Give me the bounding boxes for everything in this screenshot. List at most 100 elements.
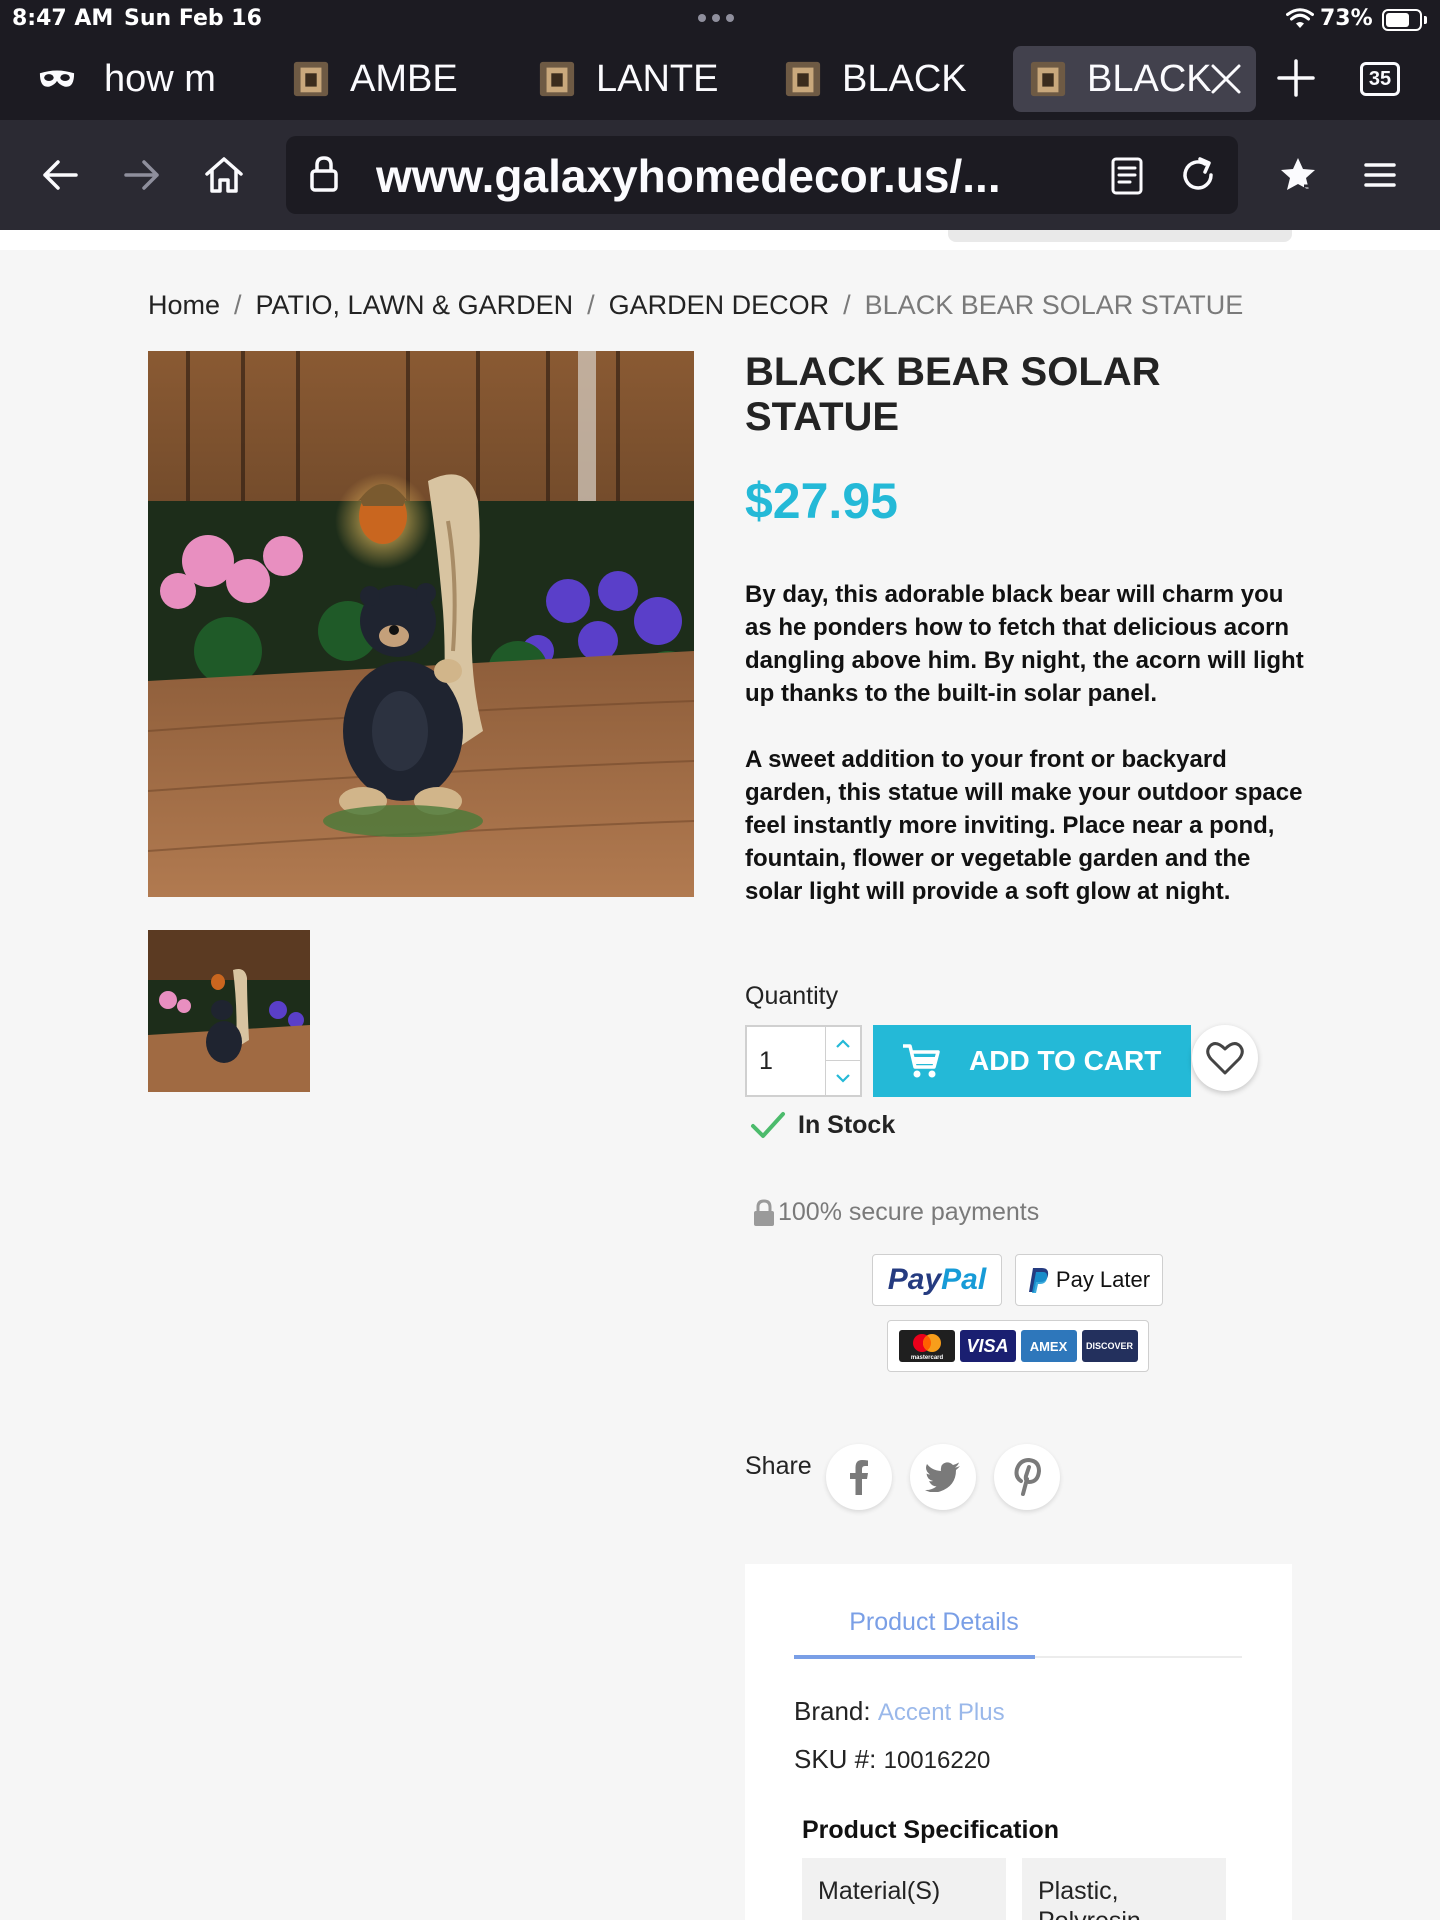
paypal-logo-pay: Pay: [887, 1263, 942, 1296]
stock-status-text: In Stock: [798, 1110, 896, 1139]
address-bar[interactable]: www.galaxyhomedecor.us/...: [286, 136, 1238, 214]
secure-payments-text: 100% secure payments: [778, 1198, 1040, 1226]
quantity-stepper: [745, 1025, 862, 1097]
product-description-paragraph: A sweet addition to your front or backya…: [745, 746, 1303, 905]
chevron-up-icon: [836, 1038, 850, 1048]
pay-later-label: Pay Later: [1055, 1267, 1151, 1292]
padlock-icon: [754, 1198, 774, 1226]
add-to-cart-label: ADD TO CART: [969, 1045, 1162, 1076]
tab-product-details[interactable]: Product Details: [819, 1608, 1049, 1652]
back-button[interactable]: [38, 153, 82, 197]
add-to-cart-button[interactable]: ADD TO CART: [873, 1025, 1191, 1097]
brand-row: Brand: Accent Plus: [794, 1696, 1005, 1727]
pay-later-button[interactable]: Pay Later: [1015, 1254, 1163, 1306]
breadcrumb-home[interactable]: Home: [148, 290, 220, 321]
brand-link[interactable]: Accent Plus: [878, 1699, 1005, 1726]
quantity-decrement-button[interactable]: [825, 1061, 860, 1095]
star-bookmark-icon: [1281, 158, 1315, 192]
breadcrumb-patio[interactable]: PATIO, LAWN & GARDEN: [256, 290, 574, 321]
heart-icon: [1206, 1042, 1244, 1075]
stock-status: In Stock: [750, 1110, 895, 1140]
tab-strip: how m AMBE LANTE BLACK BLACK 35: [0, 38, 1440, 120]
lock-icon: [310, 156, 338, 192]
bookmarks-button[interactable]: [1276, 153, 1320, 197]
reload-icon[interactable]: [1178, 155, 1218, 195]
forward-button[interactable]: [120, 153, 164, 197]
tab-ambe[interactable]: AMBE: [292, 46, 492, 112]
product-price: $27.95: [745, 473, 898, 529]
breadcrumb-separator: /: [587, 290, 595, 320]
tab-label: BLACK: [842, 57, 967, 100]
twitter-icon: [925, 1462, 960, 1492]
tab-count-button[interactable]: 35: [1360, 62, 1400, 96]
spec-value-cell: Plastic, Polyresin: [1022, 1858, 1226, 1920]
breadcrumb-garden-decor[interactable]: GARDEN DECOR: [609, 290, 830, 321]
private-mask-icon: [39, 70, 75, 87]
product-title: BLACK BEAR SOLAR STATUE: [745, 350, 1161, 439]
paypal-p-icon: [1028, 1268, 1049, 1293]
home-button[interactable]: [202, 153, 246, 197]
product-details-panel: Product Details Brand: Accent Plus SKU #…: [745, 1564, 1292, 1920]
tab-label: AMBE: [350, 57, 458, 100]
status-time: 8:47 AM: [12, 6, 114, 31]
status-bar: 8:47 AM Sun Feb 16 73%: [0, 0, 1440, 38]
chevron-down-icon: [836, 1074, 850, 1083]
sku-label: SKU #:: [794, 1744, 877, 1774]
breadcrumb-current: BLACK BEAR SOLAR STATUE: [864, 290, 1244, 320]
shopping-cart-icon: [903, 1044, 940, 1078]
sku-value: 10016220: [883, 1747, 991, 1774]
share-facebook-button[interactable]: [826, 1444, 892, 1510]
breadcrumb-separator: /: [843, 290, 851, 320]
battery-percent: 73%: [1320, 6, 1373, 31]
product-main-image[interactable]: [148, 351, 694, 897]
hamburger-menu-icon: [1364, 163, 1396, 187]
site-favicon-icon: [293, 61, 329, 97]
navigation-bar: www.galaxyhomedecor.us/...: [0, 120, 1440, 230]
discover-icon: DISCOVER: [1081, 1330, 1138, 1362]
tab-black[interactable]: BLACK: [784, 46, 984, 112]
spec-name-cell: Material(S): [802, 1858, 1006, 1920]
page-header-edge: [0, 230, 1440, 250]
forward-arrow-icon: [124, 160, 159, 190]
multitasking-dots-icon[interactable]: [698, 14, 734, 22]
active-tab-indicator: [794, 1655, 1035, 1659]
close-icon[interactable]: [1208, 61, 1244, 97]
product-thumbnail[interactable]: [148, 930, 310, 1092]
secure-payments: 100% secure payments: [752, 1198, 1039, 1227]
share-twitter-button[interactable]: [910, 1444, 976, 1510]
paypal-button[interactable]: Pay Pal: [872, 1254, 1002, 1306]
visa-icon: VISA: [959, 1330, 1016, 1362]
mastercard-icon: mastercard: [898, 1330, 955, 1362]
quantity-increment-button[interactable]: [825, 1027, 860, 1061]
tab-black-active[interactable]: BLACK: [1013, 46, 1256, 112]
home-icon: [205, 157, 243, 193]
wishlist-button[interactable]: [1192, 1025, 1258, 1091]
tab-lante[interactable]: LANTE: [538, 46, 738, 112]
check-icon: [751, 1112, 785, 1138]
amex-icon: AMEX: [1020, 1330, 1077, 1362]
site-favicon-icon: [539, 61, 575, 97]
status-date: Sun Feb 16: [124, 6, 262, 31]
share-label: Share: [745, 1452, 812, 1480]
tab-private[interactable]: how m: [38, 46, 228, 112]
wifi-icon: [1286, 8, 1314, 28]
spec-title: Product Specification: [802, 1816, 1059, 1844]
new-tab-plus-icon[interactable]: [1276, 58, 1316, 98]
menu-button[interactable]: [1358, 153, 1402, 197]
url-text[interactable]: www.galaxyhomedecor.us/...: [376, 149, 1066, 203]
reader-view-icon[interactable]: [1110, 156, 1144, 196]
tab-label: how m: [104, 57, 216, 100]
share-pinterest-button[interactable]: [994, 1444, 1060, 1510]
paypal-logo-pal: Pal: [941, 1263, 987, 1296]
product-description-paragraph: By day, this adorable black bear will ch…: [745, 581, 1304, 707]
tab-label: LANTE: [596, 57, 719, 100]
quantity-label: Quantity: [745, 982, 839, 1010]
site-favicon-icon: [1030, 61, 1066, 97]
pinterest-icon: [1014, 1458, 1041, 1496]
quantity-input[interactable]: [747, 1027, 825, 1095]
credit-cards-button[interactable]: mastercard VISA AMEX DISCOVER: [887, 1320, 1149, 1372]
breadcrumb: Home / PATIO, LAWN & GARDEN / GARDEN DEC…: [148, 290, 1243, 321]
facebook-icon: [850, 1460, 868, 1495]
tab-label: BLACK: [1087, 57, 1212, 100]
back-arrow-icon: [43, 160, 78, 190]
